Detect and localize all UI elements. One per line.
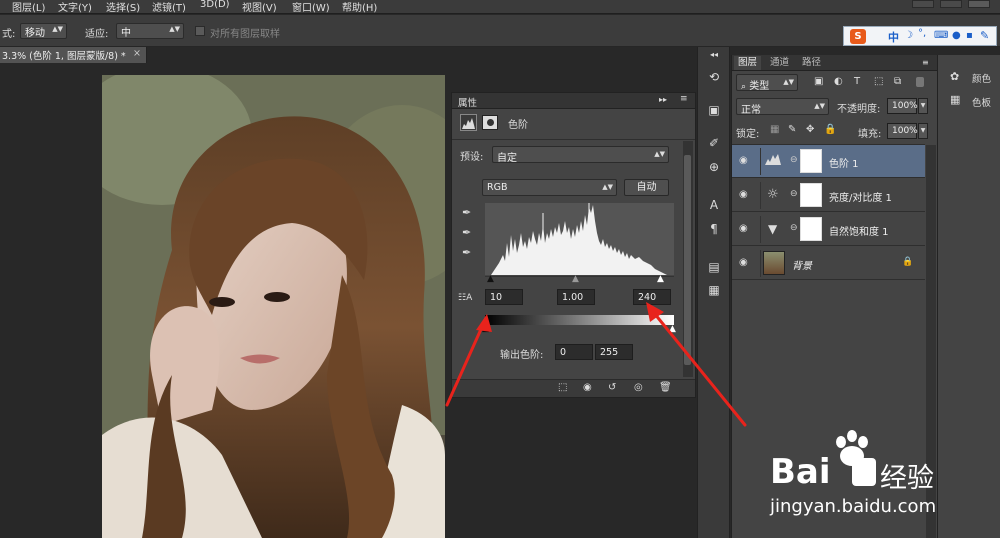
annotation-arrow-left <box>445 316 488 407</box>
baidu-url: jingyan.baidu.com <box>770 496 937 517</box>
baidu-brand-cn: 经验 <box>880 463 934 494</box>
annotation-arrowhead-left <box>476 314 492 332</box>
annotation-arrow-right <box>648 306 747 427</box>
baidu-brand: Bai <box>770 452 831 492</box>
annotation-arrowhead-right <box>646 302 664 322</box>
du-paw-icon <box>852 458 876 486</box>
baidu-watermark: Bai 经验 jingyan.baidu.com <box>770 430 995 530</box>
